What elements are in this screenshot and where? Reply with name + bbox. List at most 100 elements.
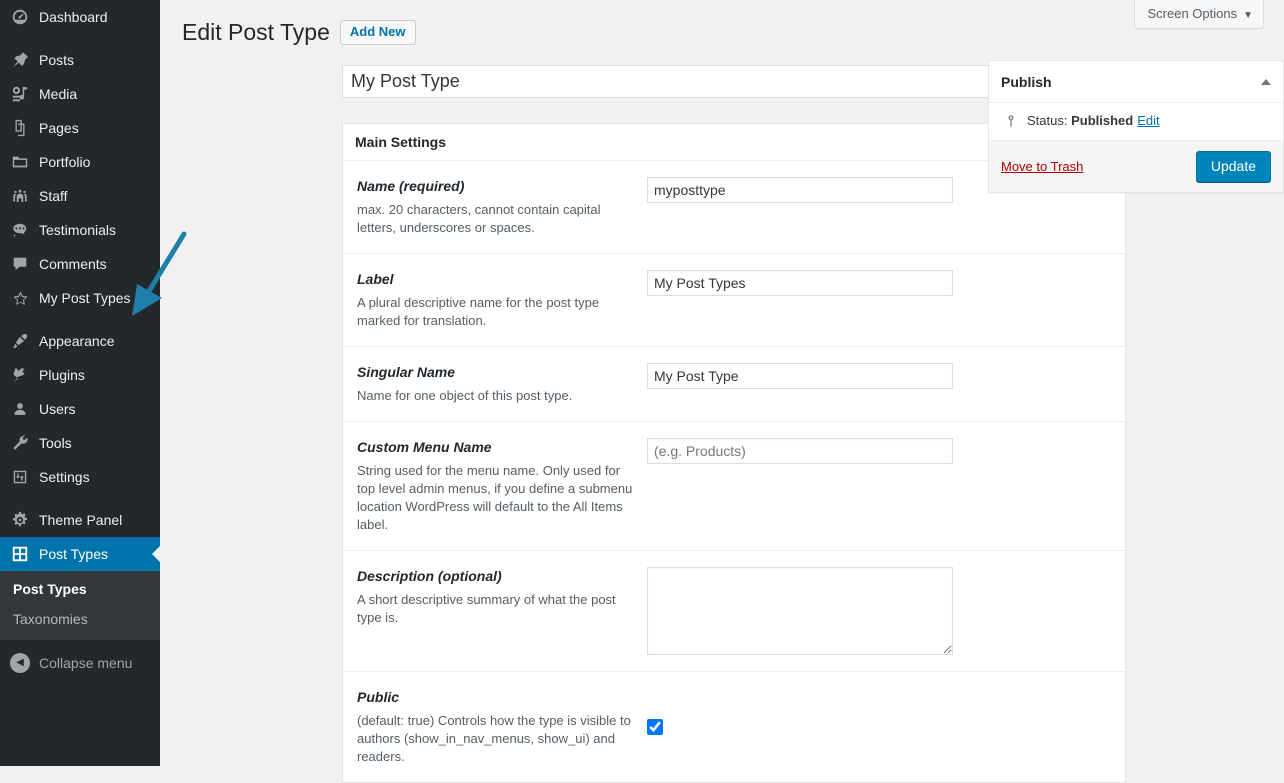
sidebar-item-settings[interactable]: Settings xyxy=(0,460,160,494)
setting-label: Description (optional) xyxy=(357,567,635,585)
setting-text-input[interactable] xyxy=(647,177,953,203)
sidebar-item-plugins[interactable]: Plugins xyxy=(0,358,160,392)
sidebar-item-label: Comments xyxy=(30,247,107,281)
sidebar-item-label: Users xyxy=(30,392,76,426)
setting-description: LabelA plural descriptive name for the p… xyxy=(355,270,635,330)
sidebar-item-label: Testimonials xyxy=(30,213,116,247)
setting-textarea[interactable] xyxy=(647,567,953,655)
star-icon xyxy=(10,288,30,308)
pin-icon xyxy=(10,50,30,70)
sidebar-item-testimonials[interactable]: Testimonials xyxy=(0,213,160,247)
sidebar-item-appearance[interactable]: Appearance xyxy=(0,324,160,358)
publish-panel: Publish Status: PublishedEdit Move to Tr… xyxy=(988,60,1284,193)
setting-text-input[interactable] xyxy=(647,438,953,464)
sidebar-item-comments[interactable]: Comments xyxy=(0,247,160,281)
sidebar-item-tools[interactable]: Tools xyxy=(0,426,160,460)
collapse-menu-button[interactable]: ◀ Collapse menu xyxy=(0,646,160,680)
setting-row: Custom Menu Name String used for the menu… xyxy=(343,422,1125,551)
sidebar-item-portfolio[interactable]: Portfolio xyxy=(0,145,160,179)
main-settings-panel: Main Settings Name (required) max. 20 cha… xyxy=(342,123,1126,783)
publish-status-text: Status: PublishedEdit xyxy=(1021,113,1160,128)
sidebar-item-post-types[interactable]: Post Types xyxy=(0,537,160,571)
page-title: Edit Post Type xyxy=(182,18,340,47)
sidebar-item-label: Posts xyxy=(30,43,74,77)
setting-row: Singular NameName for one object of this… xyxy=(343,347,1125,422)
gear-icon xyxy=(10,510,30,530)
publish-actions-row: Move to Trash Update xyxy=(989,141,1283,192)
media-icon xyxy=(10,84,30,104)
sidebar-item-label: My Post Types xyxy=(30,281,131,315)
setting-text-input[interactable] xyxy=(647,270,953,296)
sidebar-item-label: Post Types xyxy=(30,537,108,571)
setting-description: Description (optional) A short descriptiv… xyxy=(355,567,635,655)
sidebar-item-posts[interactable]: Posts xyxy=(0,43,160,77)
sidebar-item-media[interactable]: Media xyxy=(0,77,160,111)
screen-options-button[interactable]: Screen Options▼ xyxy=(1134,0,1264,29)
setting-help-text: A plural descriptive name for the post t… xyxy=(357,294,635,330)
sidebar-item-label: Plugins xyxy=(30,358,85,392)
sidebar-item-dashboard[interactable]: Dashboard xyxy=(0,0,160,34)
status-prefix: Status: xyxy=(1027,113,1067,128)
main-settings-heading: Main Settings xyxy=(355,134,446,150)
sliders-icon xyxy=(10,467,30,487)
dashboard-icon xyxy=(10,7,30,27)
chevron-down-icon: ▼ xyxy=(1237,10,1253,21)
setting-control xyxy=(635,567,1113,655)
sidebar-item-label: Tools xyxy=(30,426,72,460)
comment-bubble-icon xyxy=(10,254,30,274)
grid-icon xyxy=(10,544,30,564)
setting-control xyxy=(635,438,1113,534)
sidebar-item-pages[interactable]: Pages xyxy=(0,111,160,145)
content-area: Screen Options▼ Edit Post Type Add New M… xyxy=(160,0,1284,766)
admin-sidebar: Dashboard PostsMediaPagesPortfolioStaffTe… xyxy=(0,0,160,766)
add-new-button[interactable]: Add New xyxy=(340,20,416,45)
sidebar-item-label: Pages xyxy=(30,111,79,145)
page-header: Edit Post Type Add New xyxy=(182,18,416,47)
sidebar-item-label: Theme Panel xyxy=(30,503,122,537)
pin-icon xyxy=(1001,114,1021,128)
group-icon xyxy=(10,186,30,206)
setting-help-text: (default: true) Controls how the type is… xyxy=(357,712,635,766)
collapse-menu-label: Collapse menu xyxy=(30,655,132,671)
setting-control xyxy=(635,363,1113,405)
setting-text-input[interactable] xyxy=(647,363,953,389)
sidebar-item-label: Media xyxy=(30,77,77,111)
setting-description: Name (required) max. 20 characters, canno… xyxy=(355,177,635,237)
setting-row: LabelA plural descriptive name for the p… xyxy=(343,254,1125,347)
sidebar-separator xyxy=(0,34,160,43)
sidebar-subitem-post-types[interactable]: Post Types xyxy=(0,574,160,604)
status-badge: Published xyxy=(1071,113,1133,128)
setting-help-text: max. 20 characters, cannot contain capit… xyxy=(357,201,635,237)
setting-label: Custom Menu Name xyxy=(357,438,635,456)
update-button[interactable]: Update xyxy=(1196,151,1271,182)
sidebar-item-label: Portfolio xyxy=(30,145,90,179)
sidebar-item-users[interactable]: Users xyxy=(0,392,160,426)
sidebar-subitem-taxonomies[interactable]: Taxonomies xyxy=(0,604,160,634)
move-to-trash-link[interactable]: Move to Trash xyxy=(1001,159,1083,174)
setting-description: Public (default: true) Controls how the t… xyxy=(355,688,635,766)
sidebar-item-label: Staff xyxy=(30,179,68,213)
publish-heading: Publish xyxy=(1001,74,1052,90)
sidebar-item-theme-panel[interactable]: Theme Panel xyxy=(0,503,160,537)
setting-control xyxy=(635,688,1113,766)
sidebar-item-staff[interactable]: Staff xyxy=(0,179,160,213)
setting-checkbox[interactable] xyxy=(647,719,663,735)
setting-label: Name (required) xyxy=(357,177,635,195)
sidebar-item-my-post-types[interactable]: My Post Types xyxy=(0,281,160,315)
paintbrush-icon xyxy=(10,331,30,351)
setting-label: Singular Name xyxy=(357,363,635,381)
testimonial-bubble-icon xyxy=(10,220,30,240)
screen-meta-links: Screen Options▼ xyxy=(1134,0,1264,29)
status-edit-link[interactable]: Edit xyxy=(1133,113,1159,128)
setting-help-text: A short descriptive summary of what the … xyxy=(357,591,635,627)
screen-options-label: Screen Options xyxy=(1147,6,1237,21)
setting-row: Description (optional) A short descriptiv… xyxy=(343,551,1125,672)
sidebar-item-label: Dashboard xyxy=(30,0,108,34)
setting-help-text: String used for the menu name. Only used… xyxy=(357,462,635,534)
collapse-chevron-up-icon[interactable] xyxy=(1261,79,1271,85)
setting-label: Public xyxy=(357,688,635,706)
publish-panel-header: Publish xyxy=(989,61,1283,103)
sidebar-item-label: Appearance xyxy=(30,324,115,358)
setting-description: Custom Menu Name String used for the menu… xyxy=(355,438,635,534)
plug-icon xyxy=(10,365,30,385)
